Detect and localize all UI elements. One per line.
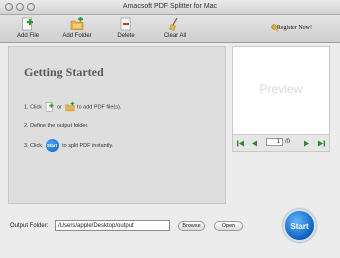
delete-label: Delete [117, 33, 135, 39]
step-2: 2. Define the output folder. [24, 123, 89, 129]
register-now-link[interactable]: Register Now! [277, 25, 312, 31]
add-folder-icon [70, 17, 84, 30]
step1-suffix: to add PDF file(s). [77, 104, 122, 111]
step3-prefix: 3. Click [24, 142, 43, 149]
next-page-icon[interactable] [302, 139, 311, 148]
title-bar: Amacsoft PDF Splitter for Mac [0, 0, 340, 15]
page-number-input[interactable]: 1 [266, 138, 283, 146]
add-folder-button[interactable]: Add Folder [55, 15, 99, 42]
step1-or: or [57, 104, 62, 111]
output-folder-input[interactable]: /Users/apple/Desktop/output [55, 220, 170, 231]
step-1: 1. Click or to add PDF file(s). [24, 102, 121, 112]
last-page-icon[interactable] [317, 139, 326, 148]
broom-icon [169, 17, 178, 31]
page-total: /0 [285, 139, 291, 145]
start-button[interactable]: Start [283, 209, 316, 242]
delete-icon [120, 17, 131, 31]
file-list-panel[interactable]: Getting Started 1. Click or to add PDF f… [8, 46, 226, 204]
output-folder-label: Output Folder: [10, 223, 49, 229]
step1-prefix: 1. Click [24, 104, 43, 111]
preview-pane: Preview [232, 46, 330, 135]
page-navigation-bar: 1 /0 [232, 135, 330, 152]
previous-page-icon[interactable] [250, 139, 259, 148]
step3-suffix: to split PDF instantly. [62, 142, 114, 149]
browse-button[interactable]: Browse [178, 221, 205, 231]
add-folder-label: Add Folder [62, 33, 92, 39]
add-folder-mini-icon [65, 102, 74, 112]
add-file-icon [22, 17, 33, 31]
add-file-mini-icon [45, 102, 54, 112]
getting-started-title: Getting Started [24, 65, 104, 79]
add-file-label: Add File [16, 33, 39, 39]
window-title: Amacsoft PDF Splitter for Mac [122, 3, 218, 10]
start-mini-icon: Start [45, 139, 59, 152]
first-page-icon[interactable] [236, 139, 245, 148]
step-3: 3. Click Start to split PDF instantly. [24, 139, 113, 152]
clear-all-button[interactable]: Clear All [153, 15, 197, 42]
preview-label: Preview [259, 82, 303, 96]
delete-button[interactable]: Delete [104, 15, 148, 42]
add-file-button[interactable]: Add File [6, 15, 50, 42]
open-button[interactable]: Open [214, 221, 243, 231]
clear-all-label: Clear All [163, 33, 187, 39]
